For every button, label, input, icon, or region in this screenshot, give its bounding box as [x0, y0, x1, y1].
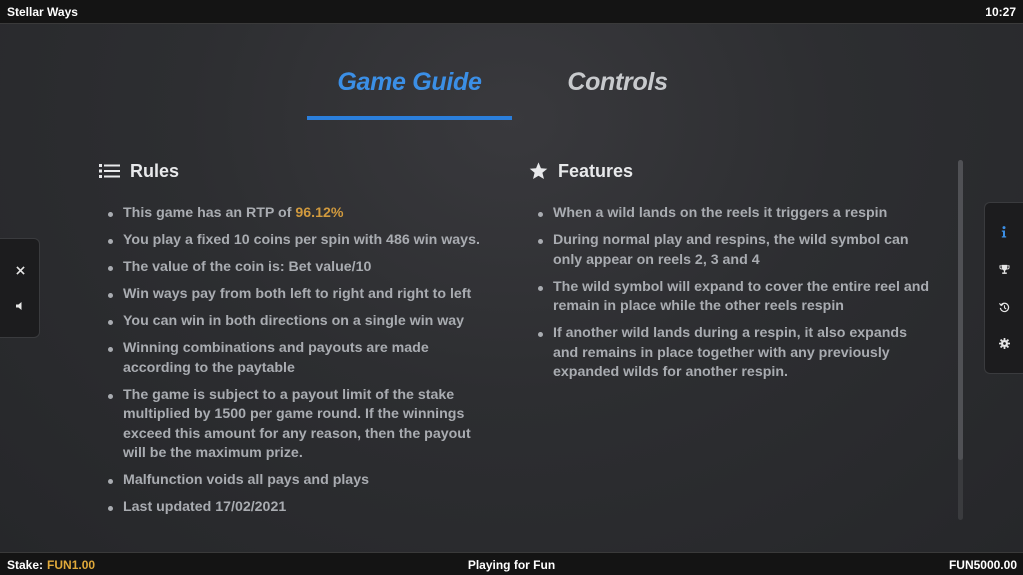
list-item: The value of the coin is: Bet value/10	[107, 258, 497, 278]
tab-game-guide[interactable]: Game Guide	[307, 62, 512, 102]
trophy-button[interactable]	[992, 257, 1016, 281]
left-side-panel	[0, 238, 40, 338]
list-icon	[99, 163, 120, 179]
features-heading: Features	[529, 158, 633, 184]
features-list: When a wild lands on the reels it trigge…	[537, 204, 932, 390]
close-icon	[15, 260, 25, 279]
play-mode: Playing for Fun	[467, 558, 556, 572]
sound-icon	[15, 296, 25, 315]
game-title: Stellar Ways	[7, 4, 78, 19]
rules-list: This game has an RTP of 96.12% You play …	[107, 204, 497, 525]
list-item: You can win in both directions on a sing…	[107, 312, 497, 332]
balance: FUN5000.00	[948, 558, 1017, 572]
close-button[interactable]	[8, 257, 32, 281]
features-heading-label: Features	[558, 160, 634, 181]
gear-icon	[998, 334, 1010, 353]
list-item: This game has an RTP of 96.12%	[107, 204, 497, 224]
sound-button[interactable]	[8, 293, 32, 317]
list-item-text: This game has an RTP of	[123, 205, 296, 221]
rules-heading-label: Rules	[130, 160, 180, 181]
history-button[interactable]	[992, 295, 1016, 319]
list-item: Winning combinations and payouts are mad…	[107, 339, 497, 378]
trophy-icon	[998, 260, 1010, 279]
list-item: You play a fixed 10 coins per spin with …	[107, 231, 497, 251]
list-item: Malfunction voids all pays and plays	[107, 471, 497, 491]
list-item: The game is subject to a payout limit of…	[107, 386, 497, 464]
star-icon	[529, 162, 548, 180]
list-item: If another wild lands during a respin, i…	[537, 324, 932, 383]
bottom-bar: Stake: FUN1.00 Playing for Fun FUN5000.00	[0, 552, 1023, 575]
history-icon	[998, 298, 1010, 317]
info-icon	[1001, 223, 1007, 242]
tab-controls[interactable]: Controls	[515, 62, 720, 102]
info-button[interactable]	[992, 220, 1016, 244]
clock: 10:27	[985, 4, 1016, 19]
list-item: When a wild lands on the reels it trigge…	[537, 204, 932, 224]
list-item: Last updated 17/02/2021	[107, 498, 497, 518]
scrollbar-thumb[interactable]	[958, 160, 963, 460]
rtp-value: 96.12%	[295, 205, 344, 221]
list-item: Win ways pay from both left to right and…	[107, 285, 497, 305]
right-side-panel	[984, 202, 1023, 374]
active-tab-indicator	[307, 116, 512, 120]
settings-button[interactable]	[992, 331, 1016, 355]
top-bar: Stellar Ways 10:27	[0, 0, 1023, 24]
list-item: The wild symbol will expand to cover the…	[537, 278, 932, 317]
rules-heading: Rules	[99, 158, 179, 184]
list-item: During normal play and respins, the wild…	[537, 231, 932, 270]
